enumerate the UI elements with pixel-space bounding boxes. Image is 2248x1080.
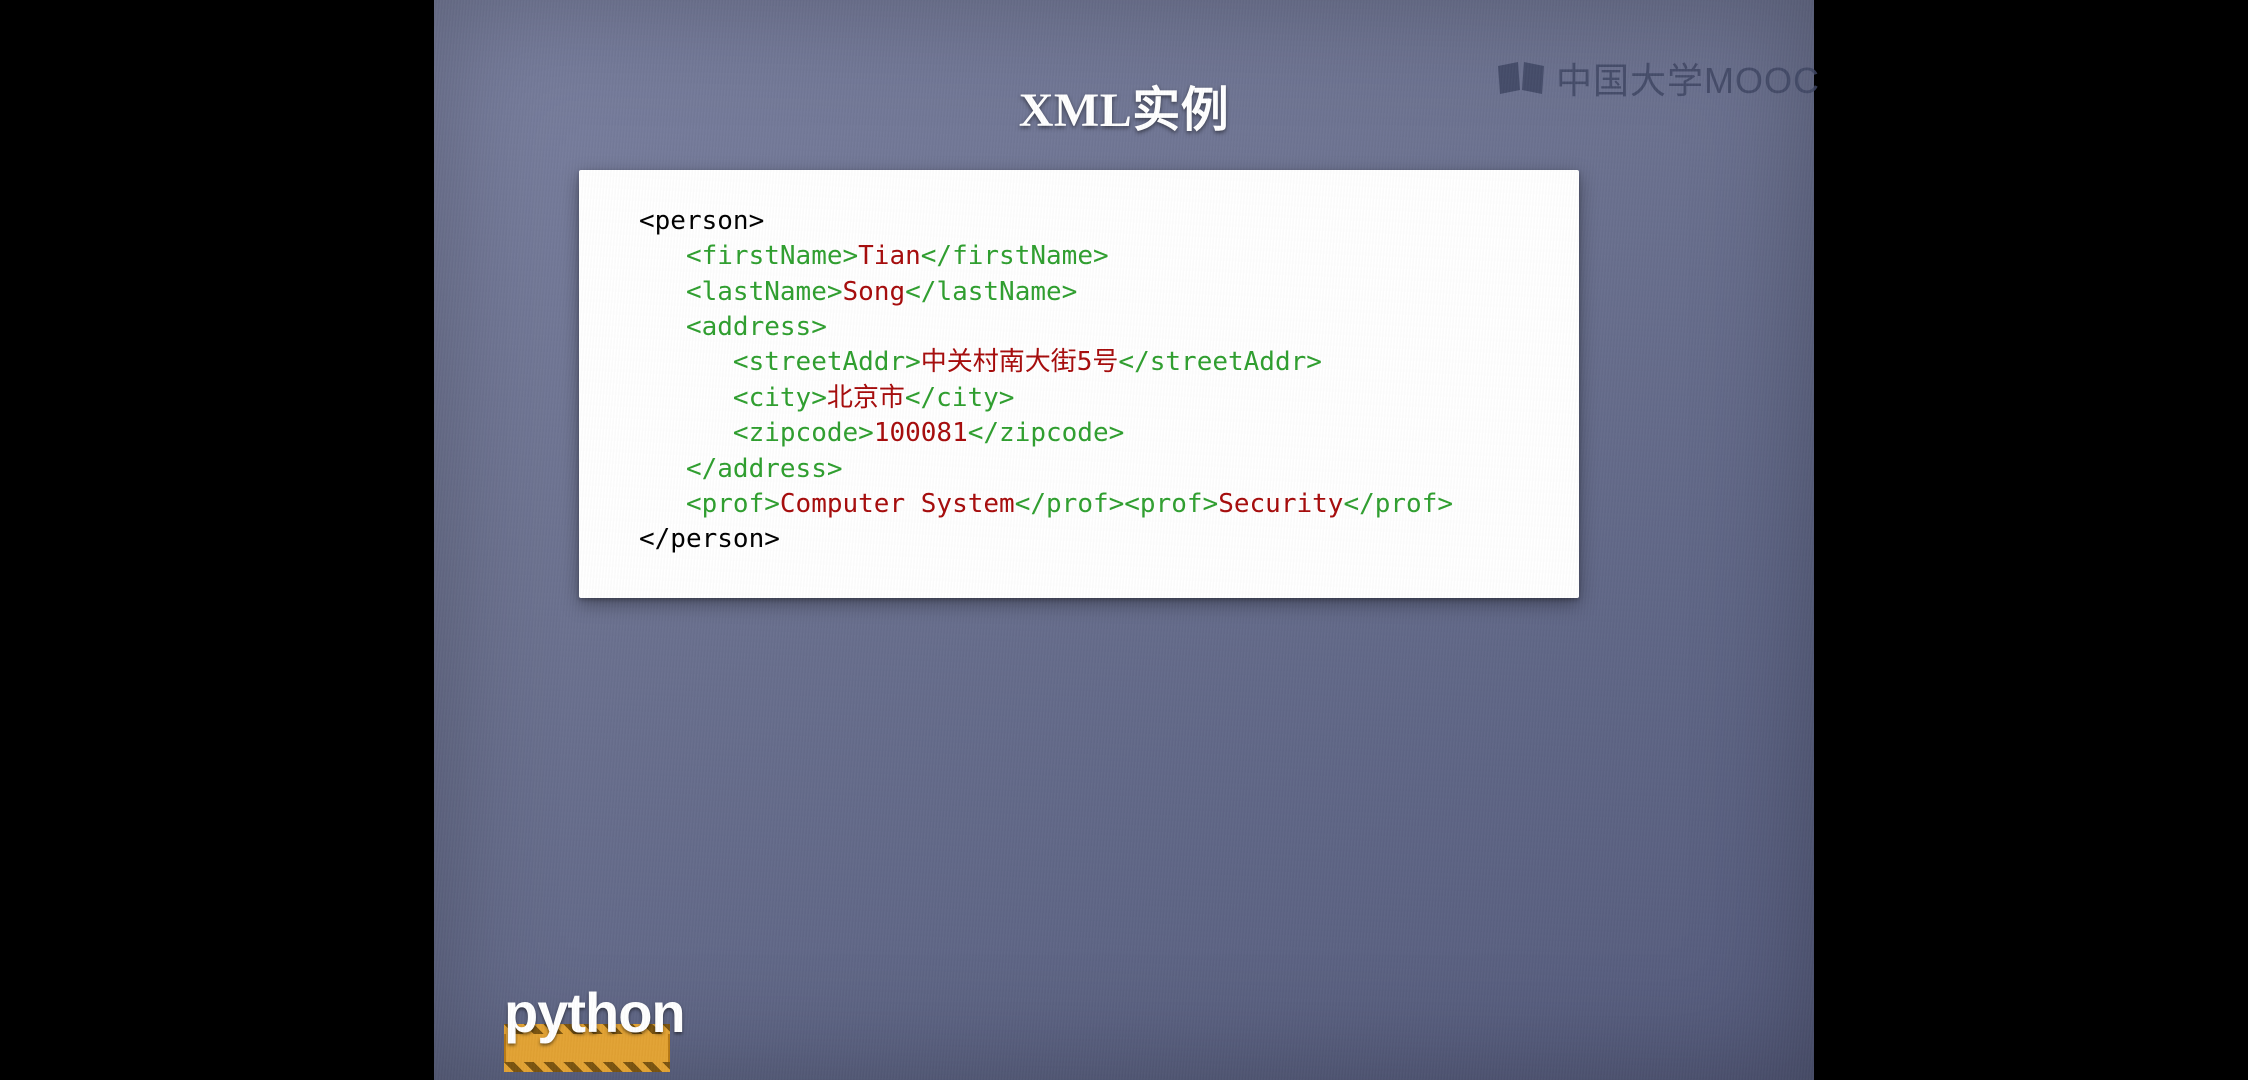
python-badge: python	[504, 980, 685, 1045]
badge-text: python	[504, 980, 685, 1045]
slide-stage: XML实例 中国大学MOOC <person> <firstName>Tian<…	[434, 0, 1814, 1080]
code-example-box: <person> <firstName>Tian</firstName> <la…	[579, 170, 1579, 598]
mooc-watermark: 中国大学MOOC	[1496, 52, 1820, 104]
xml-code-block: <person> <firstName>Tian</firstName> <la…	[639, 204, 1519, 558]
watermark-text: 中国大学MOOC	[1556, 52, 1820, 104]
book-icon	[1496, 60, 1546, 96]
